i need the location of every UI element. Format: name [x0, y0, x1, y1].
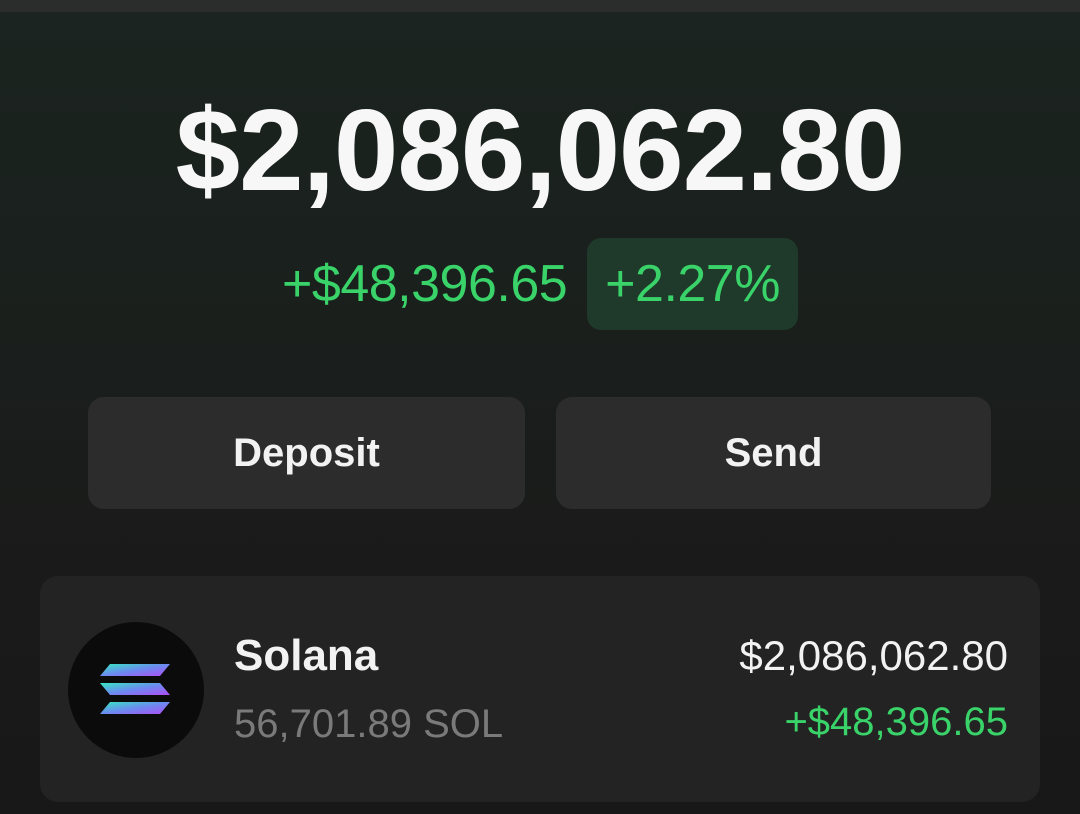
asset-value: $2,086,062.80 [739, 632, 1008, 679]
solana-logo-glyph [100, 664, 170, 714]
change-percent-badge: +2.27% [587, 238, 798, 330]
asset-change: +$48,396.65 [784, 700, 1008, 744]
asset-row-solana[interactable]: Solana 56,701.89 SOL $2,086,062.80 +$48,… [40, 576, 1040, 802]
deposit-button-label: Deposit [233, 430, 380, 475]
send-button-label: Send [724, 430, 823, 475]
asset-name: Solana [234, 631, 379, 680]
total-balance: $2,086,062.80 [175, 85, 906, 215]
deposit-button[interactable]: Deposit [88, 397, 525, 509]
change-amount: +$48,396.65 [282, 255, 568, 313]
asset-quantity: 56,701.89 SOL [234, 702, 504, 746]
solana-logo-icon [68, 622, 204, 758]
balance-change-row: +$48,396.65 +2.27% [0, 238, 1080, 330]
top-bar [0, 0, 1080, 12]
send-button[interactable]: Send [556, 397, 991, 509]
